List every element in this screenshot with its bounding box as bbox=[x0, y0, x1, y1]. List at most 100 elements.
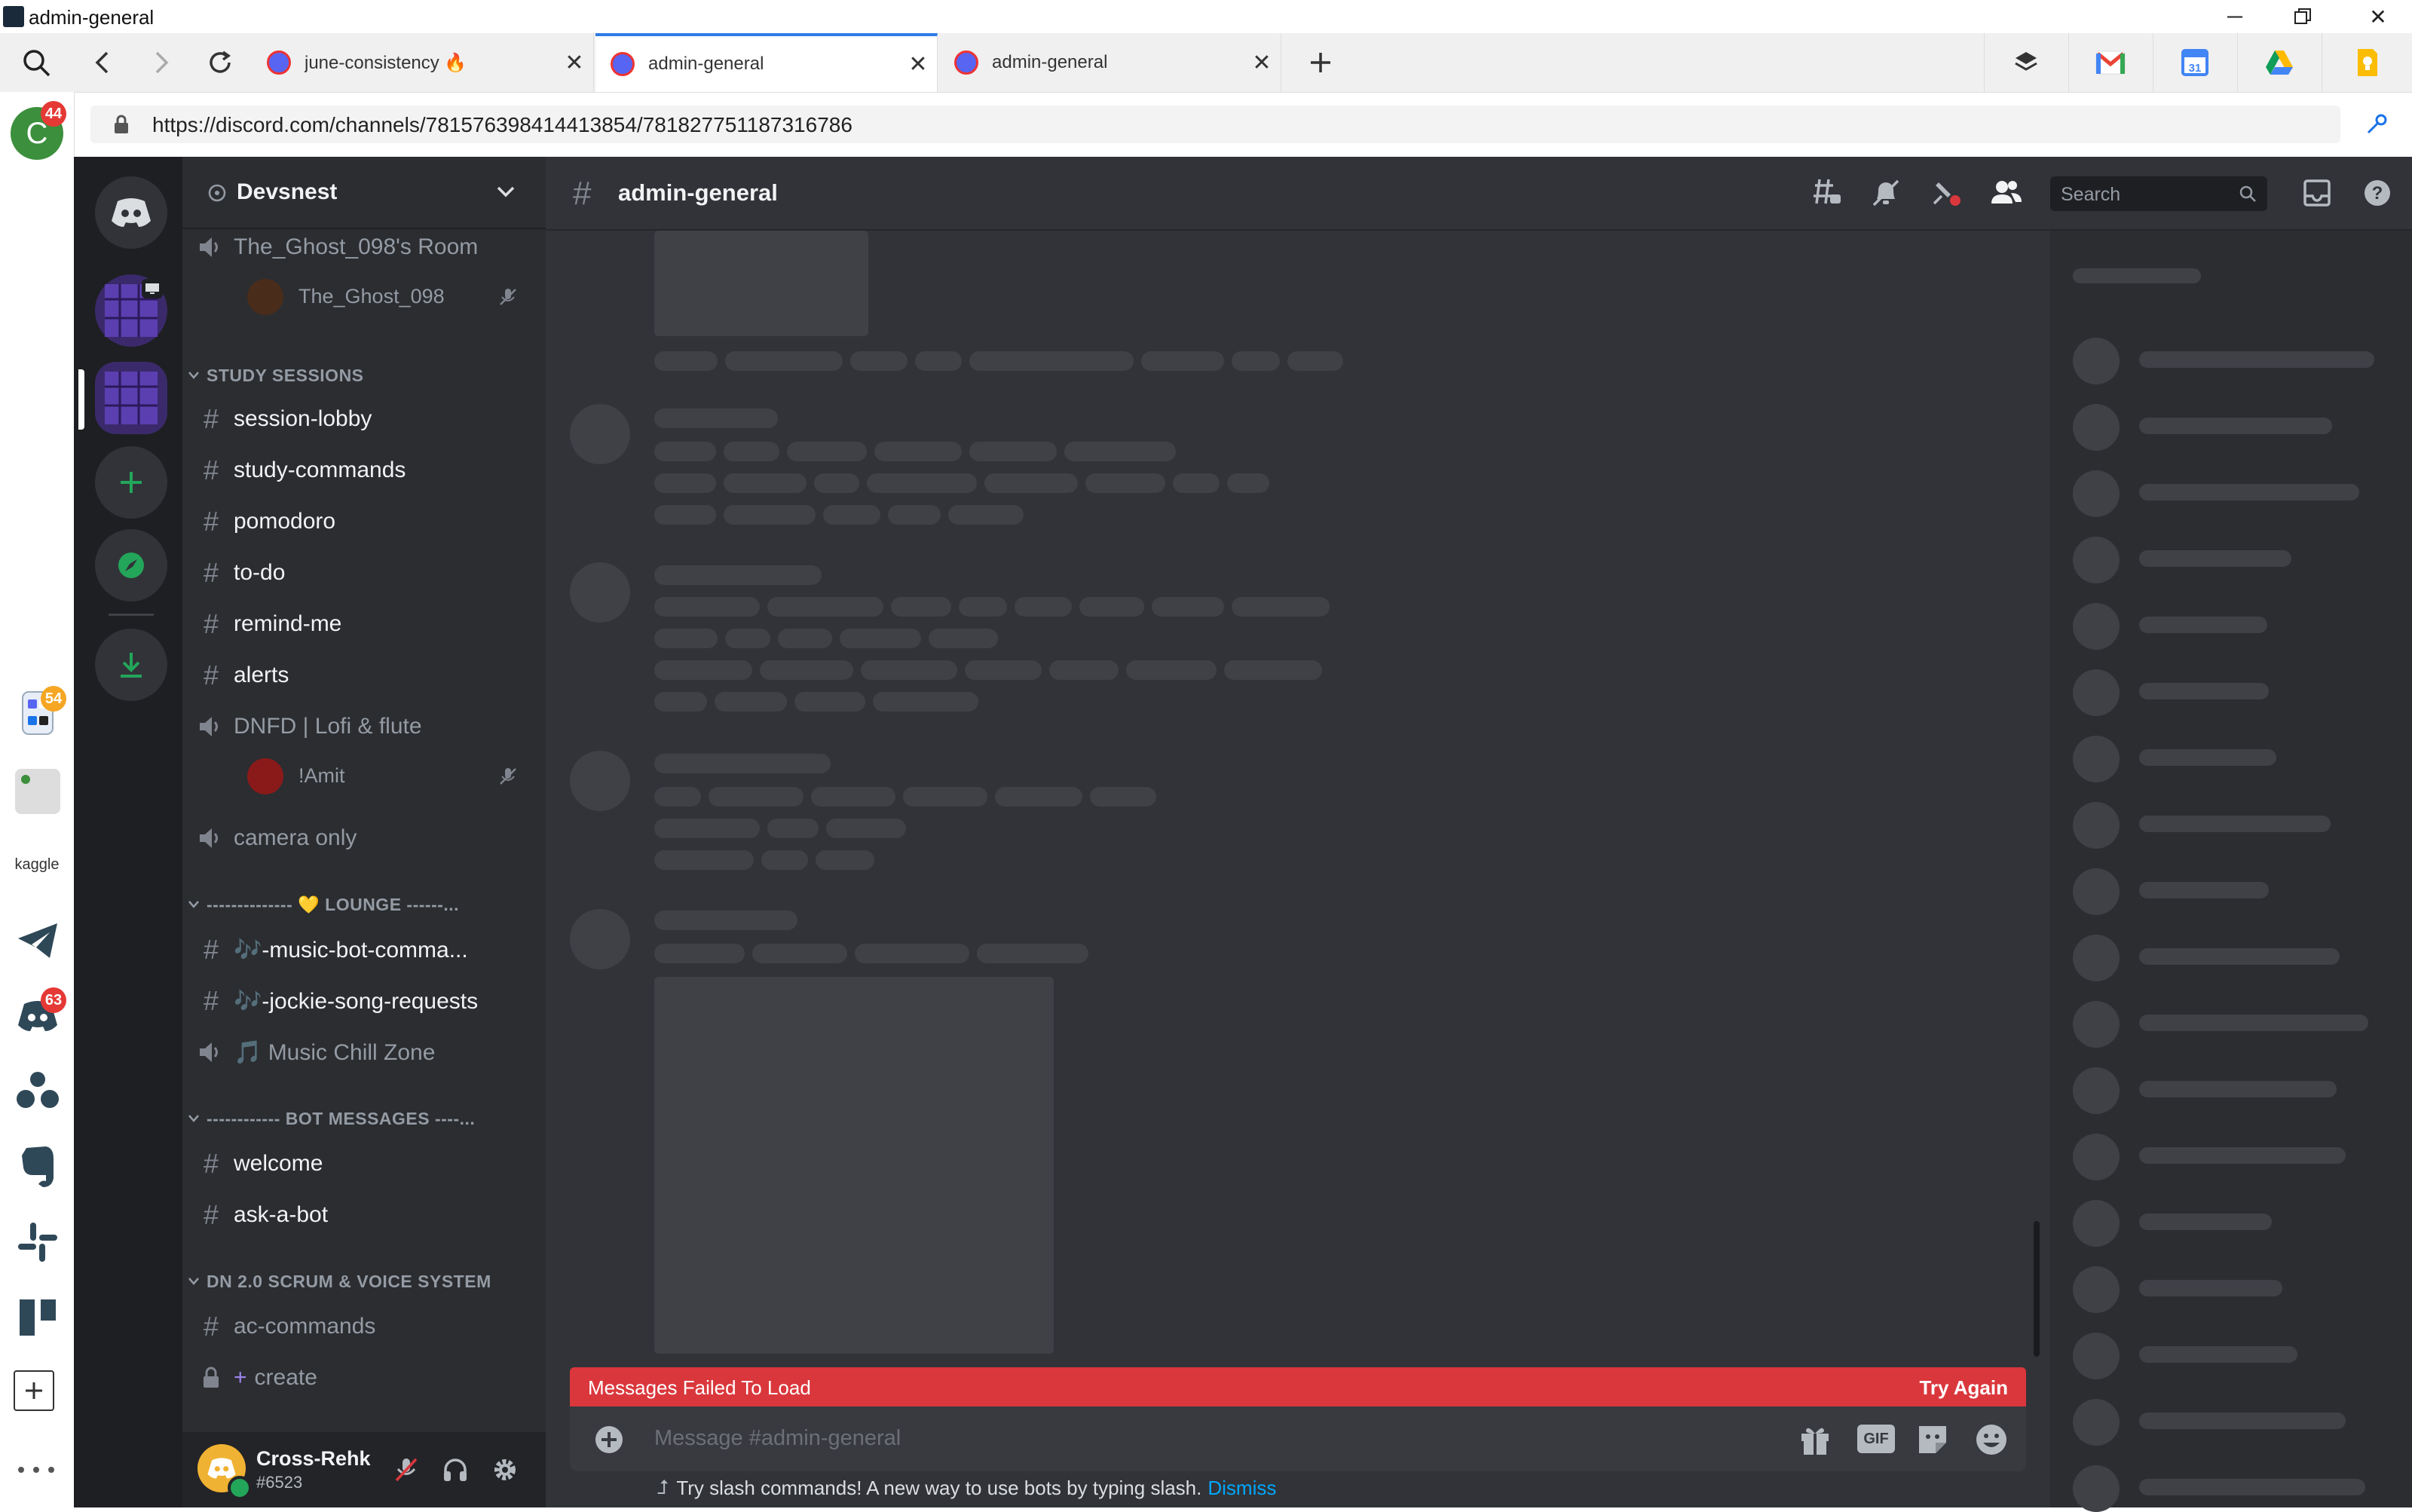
inbox-icon[interactable] bbox=[2302, 178, 2332, 208]
try-again-button[interactable]: Try Again bbox=[1919, 1376, 2008, 1400]
chevron-down-icon bbox=[188, 1278, 199, 1285]
text-channel-study-commands[interactable]: # study-commands bbox=[188, 446, 406, 494]
help-icon[interactable]: ? bbox=[2362, 178, 2392, 208]
channel-label: create bbox=[254, 1365, 317, 1390]
voice-channel-ghost-room[interactable]: The_Ghost_098's Room bbox=[188, 223, 478, 271]
gif-button[interactable]: GIF bbox=[1857, 1425, 1895, 1453]
google-keep-icon[interactable] bbox=[2322, 33, 2412, 92]
discord-home-button[interactable] bbox=[95, 176, 167, 249]
category-label: STUDY SESSIONS bbox=[207, 365, 364, 385]
more-options-icon[interactable] bbox=[15, 1465, 57, 1480]
sticker-icon[interactable] bbox=[1916, 1423, 1949, 1456]
close-tab-icon[interactable]: ✕ bbox=[1243, 50, 1281, 76]
server-boost-icon bbox=[208, 184, 226, 202]
dismiss-link[interactable]: Dismiss bbox=[1208, 1477, 1276, 1500]
voice-channel-camera-only[interactable]: camera only bbox=[188, 814, 357, 862]
voice-member-name[interactable]: The_Ghost_098 bbox=[298, 285, 445, 308]
layers-extension-icon[interactable] bbox=[1984, 33, 2067, 92]
attach-plus-button[interactable] bbox=[594, 1425, 624, 1455]
username[interactable]: Cross-Rehk bbox=[256, 1447, 371, 1471]
search-placeholder: Search bbox=[2061, 184, 2121, 205]
avatar[interactable] bbox=[247, 758, 283, 794]
headphones-button[interactable] bbox=[442, 1456, 469, 1483]
trello-icon[interactable] bbox=[11, 1290, 65, 1345]
text-channel-jockie-song-requests[interactable]: # 🎶-jockie-song-requests bbox=[188, 977, 478, 1025]
text-channel-session-lobby[interactable]: # session-lobby bbox=[188, 395, 372, 443]
url-text: https://discord.com/channels/78157639841… bbox=[152, 113, 852, 136]
slack-icon[interactable] bbox=[11, 1215, 65, 1269]
speaker-icon bbox=[188, 1041, 234, 1064]
voice-member-name[interactable]: !Amit bbox=[298, 764, 345, 788]
category-dn-scrum[interactable]: DN 2.0 SCRUM & VOICE SYSTEM bbox=[188, 1266, 491, 1296]
server-name: Devsnest bbox=[237, 179, 338, 204]
gear-icon[interactable] bbox=[491, 1456, 519, 1483]
add-server-button[interactable] bbox=[95, 446, 167, 519]
reload-icon[interactable] bbox=[196, 33, 244, 92]
category-lounge[interactable]: -------------- 💛 LOUNGE ------... bbox=[188, 889, 459, 920]
gift-icon[interactable] bbox=[1798, 1423, 1832, 1456]
google-calendar-icon[interactable]: 31 bbox=[2153, 33, 2236, 92]
tab-admin-general[interactable]: admin-general ✕ bbox=[939, 33, 1281, 92]
category-label: ------------ BOT MESSAGES ----... bbox=[207, 1108, 476, 1128]
channel-title: admin-general bbox=[618, 179, 778, 206]
threads-icon[interactable] bbox=[1809, 178, 1842, 208]
locked-channel-create[interactable]: + create bbox=[188, 1354, 317, 1402]
avatar[interactable] bbox=[247, 279, 283, 315]
evernote-icon[interactable] bbox=[11, 1140, 65, 1194]
search-input[interactable]: Search bbox=[2050, 176, 2267, 211]
address-bar[interactable]: https://discord.com/channels/78157639841… bbox=[90, 106, 2340, 143]
selected-server-indicator bbox=[78, 369, 84, 430]
app-tile-icon[interactable] bbox=[11, 764, 65, 819]
hashtag-icon: # bbox=[203, 1311, 219, 1342]
search-icon[interactable] bbox=[12, 33, 60, 92]
text-channel-welcome[interactable]: # welcome bbox=[188, 1140, 323, 1188]
tab-admin-general-active[interactable]: admin-general ✕ bbox=[595, 33, 938, 92]
google-drive-icon[interactable] bbox=[2237, 33, 2320, 92]
kaggle-label[interactable]: kaggle bbox=[0, 856, 74, 874]
new-tab-button[interactable] bbox=[1296, 33, 1345, 92]
text-channel-ask-a-bot[interactable]: # ask-a-bot bbox=[188, 1191, 328, 1239]
voice-channel-music-chill-zone[interactable]: 🎵 Music Chill Zone bbox=[188, 1028, 435, 1076]
back-button[interactable] bbox=[78, 33, 127, 92]
text-channel-ac-commands[interactable]: # ac-commands bbox=[188, 1302, 375, 1351]
emoji-icon[interactable] bbox=[1975, 1423, 2008, 1456]
chat-scrollbar[interactable] bbox=[2034, 1221, 2040, 1357]
message-composer: Message #admin-general GIF bbox=[570, 1406, 2026, 1471]
channel-label: session-lobby bbox=[234, 406, 372, 431]
text-channel-music-bot-commands[interactable]: # 🎶-music-bot-comma... bbox=[188, 926, 468, 974]
message-input[interactable]: Message #admin-general bbox=[654, 1426, 901, 1451]
close-tab-icon[interactable]: ✕ bbox=[556, 50, 593, 76]
hashtag-icon: # bbox=[203, 608, 219, 639]
close-tab-icon[interactable]: ✕ bbox=[899, 51, 937, 78]
text-channel-alerts[interactable]: # alerts bbox=[188, 651, 289, 699]
key-extension-icon[interactable] bbox=[2364, 112, 2389, 137]
category-label: DN 2.0 SCRUM & VOICE SYSTEM bbox=[207, 1271, 491, 1291]
gmail-icon[interactable] bbox=[2068, 33, 2151, 92]
team-app-icon[interactable] bbox=[11, 1064, 65, 1119]
tab-june-consistency[interactable]: june-consistency 🔥 ✕ bbox=[252, 33, 594, 92]
category-bot-messages[interactable]: ------------ BOT MESSAGES ----... bbox=[188, 1103, 475, 1134]
mute-mic-button[interactable] bbox=[393, 1456, 419, 1483]
voice-channel-dnfd-lofi[interactable]: DNFD | Lofi & flute bbox=[188, 702, 422, 751]
add-app-button[interactable] bbox=[14, 1370, 54, 1411]
text-channel-to-do[interactable]: # to-do bbox=[188, 549, 285, 597]
download-apps-button[interactable] bbox=[95, 629, 167, 701]
member-list-icon[interactable] bbox=[1990, 178, 2023, 208]
minimize-button[interactable]: ─ bbox=[2201, 0, 2269, 33]
restore-button[interactable] bbox=[2269, 0, 2337, 33]
category-study-sessions[interactable]: STUDY SESSIONS bbox=[188, 360, 364, 390]
channel-label: ask-a-bot bbox=[234, 1202, 329, 1227]
server-header[interactable]: Devsnest bbox=[182, 157, 546, 229]
text-channel-remind-me[interactable]: # remind-me bbox=[188, 600, 341, 648]
pinned-messages-icon[interactable] bbox=[1930, 178, 1963, 208]
channel-label: DNFD | Lofi & flute bbox=[234, 714, 422, 739]
server-icon-devsnest[interactable] bbox=[95, 362, 167, 434]
forward-button[interactable] bbox=[137, 33, 185, 92]
close-window-button[interactable]: ✕ bbox=[2344, 0, 2412, 33]
chevron-down-icon[interactable] bbox=[496, 185, 516, 199]
text-channel-pomodoro[interactable]: # pomodoro bbox=[188, 497, 335, 546]
notification-mute-icon[interactable] bbox=[1869, 178, 1902, 208]
chevron-down-icon bbox=[188, 372, 199, 379]
explore-servers-button[interactable] bbox=[95, 529, 167, 601]
telegram-icon[interactable] bbox=[11, 914, 65, 968]
